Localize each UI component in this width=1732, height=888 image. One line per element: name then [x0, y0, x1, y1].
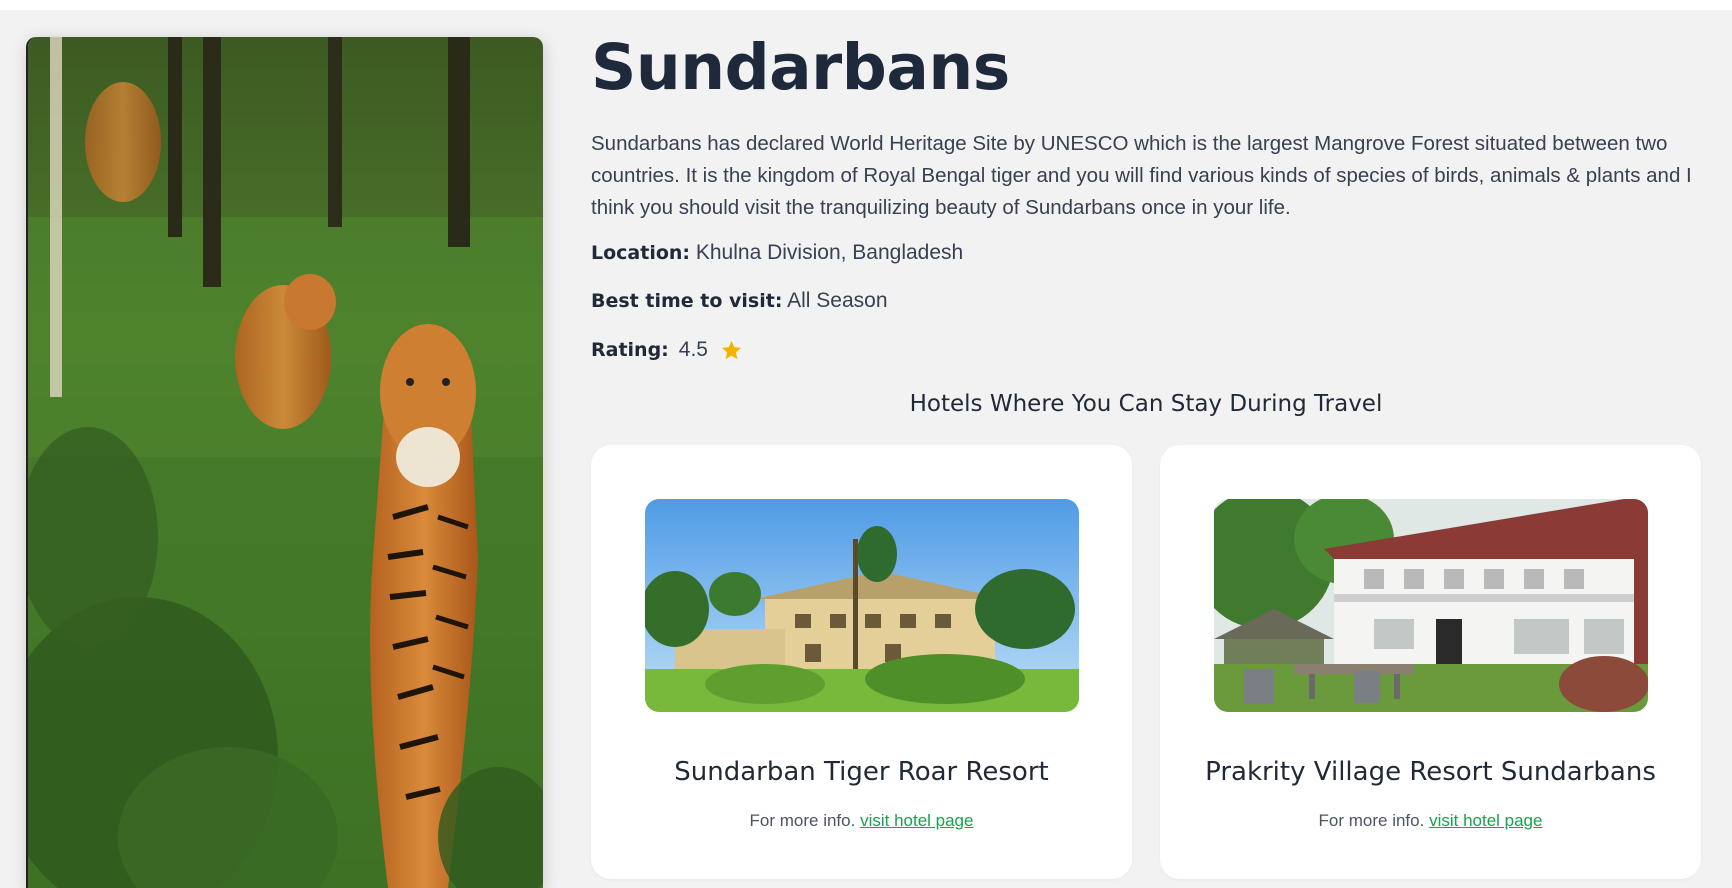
- rating-label: Rating:: [591, 339, 669, 361]
- hotel-list: Sundarban Tiger Roar Resort For more inf…: [591, 445, 1701, 879]
- rating-row: Rating: 4.5: [591, 335, 1701, 365]
- star-icon: [720, 339, 743, 362]
- hotel-info-text: For more info.: [1318, 811, 1430, 830]
- rating-value: 4.5: [678, 338, 708, 361]
- top-strip: [0, 0, 1732, 10]
- hotel-card: Prakrity Village Resort Sundarbans For m…: [1160, 445, 1701, 879]
- location-value: Khulna Division, Bangladesh: [695, 241, 964, 264]
- destination-description: Sundarbans has declared World Heritage S…: [591, 132, 1692, 219]
- hotel-info: For more info. visit hotel page: [591, 811, 1132, 831]
- hotel-photo: [645, 499, 1079, 712]
- best-time-row: Best time to visit: All Season: [591, 286, 1701, 316]
- visit-hotel-link[interactable]: visit hotel page: [860, 811, 973, 830]
- best-time-value: All Season: [787, 289, 888, 312]
- hotel-name: Prakrity Village Resort Sundarbans: [1205, 757, 1656, 787]
- location-label: Location:: [591, 242, 691, 264]
- hotel-name: Sundarban Tiger Roar Resort: [674, 757, 1049, 787]
- best-time-label: Best time to visit:: [591, 290, 783, 312]
- visit-hotel-link[interactable]: visit hotel page: [1429, 811, 1542, 830]
- hotels-heading: Hotels Where You Can Stay During Travel: [909, 391, 1383, 417]
- hotel-card: Sundarban Tiger Roar Resort For more inf…: [591, 445, 1132, 879]
- page-title: Sundarbans: [591, 31, 1010, 104]
- hotel-photo: [1214, 499, 1648, 712]
- location-row: Location: Khulna Division, Bangladesh: [591, 238, 1701, 268]
- destination-hero-image: [28, 37, 543, 888]
- hotel-info: For more info. visit hotel page: [1160, 811, 1701, 831]
- hotel-info-text: For more info.: [749, 811, 861, 830]
- destination-details: Sundarbans Sundarbans has declared World…: [591, 28, 1701, 421]
